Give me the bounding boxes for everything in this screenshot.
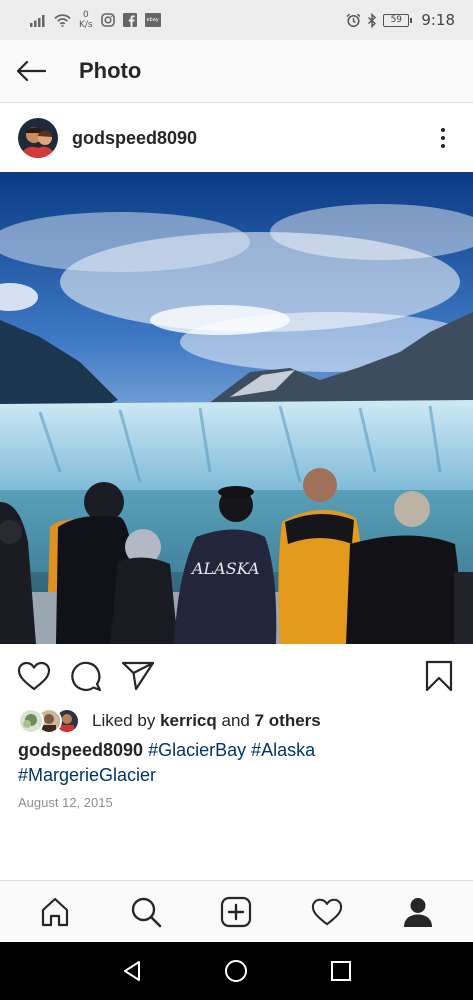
nav-activity-button[interactable] (303, 888, 351, 936)
activity-heart-icon (311, 898, 343, 925)
like-button[interactable] (16, 658, 52, 694)
square-recents-icon (330, 961, 351, 981)
heart-icon (17, 661, 51, 691)
hashtag-link[interactable]: #Alaska (251, 740, 315, 760)
ebay-icon: ebay (144, 13, 161, 27)
facebook-icon (122, 13, 137, 27)
add-post-icon (221, 896, 252, 927)
android-home-button[interactable] (216, 951, 256, 991)
likes-row[interactable]: Liked by kerricq and 7 others (18, 704, 321, 738)
post-header: godspeed8090 (0, 104, 473, 172)
avatar-image (18, 118, 58, 158)
network-speed-unit: K/s (79, 20, 93, 30)
status-bar-left: 0 K/s ebay (30, 10, 161, 30)
network-speed-value: 0 (82, 10, 89, 20)
bluetooth-icon (368, 12, 377, 28)
paper-plane-icon (121, 661, 155, 691)
likes-prefix: Liked by (92, 711, 156, 730)
android-back-button[interactable] (112, 951, 152, 991)
share-button[interactable] (120, 658, 156, 694)
more-vertical-icon (441, 128, 445, 132)
post-date: August 12, 2015 (18, 795, 113, 810)
status-time: 9:18 (421, 11, 455, 29)
more-options-button[interactable] (431, 123, 455, 153)
likes-text: Liked by kerricq and 7 others (92, 711, 321, 731)
post-actions (0, 650, 473, 702)
likes-joiner: and (221, 711, 250, 730)
android-recents-button[interactable] (321, 951, 361, 991)
glacier-photo-illustration: ALASKA (0, 172, 473, 644)
more-vertical-icon-dot (441, 136, 445, 140)
hashtag-link[interactable]: #GlacierBay (148, 740, 246, 760)
status-bar: 0 K/s ebay 59 9:18 (0, 0, 473, 40)
photo-shirt-text: ALASKA (190, 559, 260, 578)
comment-icon (71, 661, 102, 692)
comment-button[interactable] (68, 658, 104, 694)
nav-profile-button[interactable] (394, 888, 442, 936)
alarm-icon (346, 13, 361, 27)
likes-user-link[interactable]: kerricq (160, 711, 217, 730)
nav-add-post-button[interactable] (212, 888, 260, 936)
search-icon (131, 897, 162, 927)
signal-icon (30, 14, 45, 27)
caption-username[interactable]: godspeed8090 (18, 740, 143, 760)
arrow-left-icon (16, 60, 47, 82)
network-speed: 0 K/s (79, 10, 93, 30)
avatar[interactable] (18, 118, 58, 158)
save-button[interactable] (421, 658, 457, 694)
triangle-back-icon (124, 961, 141, 981)
home-icon (42, 897, 69, 926)
nav-search-button[interactable] (122, 888, 170, 936)
android-nav-bar (0, 942, 473, 1000)
likes-others-link[interactable]: 7 others (255, 711, 321, 730)
back-button[interactable] (0, 40, 62, 103)
page-title: Photo (79, 58, 142, 83)
circle-home-icon (225, 960, 248, 982)
bottom-nav (0, 880, 473, 942)
liker-avatar (18, 708, 44, 734)
nav-home-button[interactable] (31, 888, 79, 936)
app-header: Photo (0, 40, 473, 103)
liker-avatars (18, 708, 84, 734)
instagram-icon (100, 13, 115, 27)
battery-indicator: 59 (383, 13, 413, 27)
post-caption: godspeed8090 #GlacierBay #Alaska #Marger… (18, 738, 458, 788)
bookmark-icon (425, 660, 453, 692)
profile-icon (403, 897, 432, 927)
more-vertical-icon-dot (441, 144, 445, 148)
status-bar-right: 59 9:18 (346, 11, 455, 29)
post-photo[interactable]: ALASKA (0, 172, 473, 644)
wifi-icon (54, 13, 71, 27)
post-username[interactable]: godspeed8090 (72, 128, 431, 149)
hashtag-link[interactable]: #MargerieGlacier (18, 765, 156, 785)
